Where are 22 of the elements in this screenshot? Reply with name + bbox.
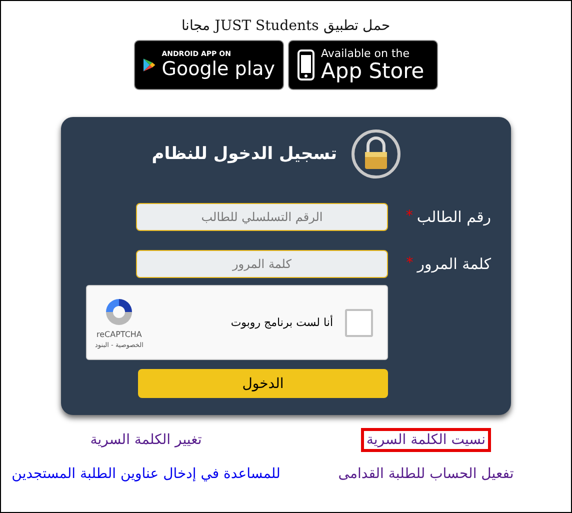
captcha-checkbox[interactable]	[345, 308, 373, 336]
input-field[interactable]: الرقم التسلسلي للطالب	[136, 203, 388, 231]
page-link[interactable]: للمساعدة في إدخال عناوين الطلبة المستجدين	[6, 462, 286, 486]
page-link[interactable]: تغيير الكلمة السرية	[85, 428, 207, 452]
padlock-icon	[351, 129, 401, 179]
recaptcha-brand: reCAPTCHA	[96, 330, 142, 339]
required-asterisk: *	[406, 208, 413, 224]
input-field[interactable]: كلمة المرور	[136, 250, 388, 278]
field-label: رقم الطالب	[416, 208, 491, 226]
required-asterisk: *	[406, 255, 414, 271]
download-app-heading: حمل تطبيق JUST Students مجانا	[181, 17, 391, 34]
page-link[interactable]: تفعيل الحساب للطلبة القدامى	[333, 462, 519, 486]
captcha-label: أنا لست برنامج روبوت	[230, 316, 333, 329]
login-button[interactable]: الدخول	[138, 369, 388, 398]
login-title: تسجيل الدخول للنظام	[152, 144, 337, 164]
store-name: App Store	[321, 61, 424, 82]
app-store-badge[interactable]: Available on the App Store	[288, 40, 438, 90]
store-name: Google play	[162, 60, 275, 79]
page-link[interactable]: نسيت الكلمة السرية	[361, 428, 491, 452]
field-label: كلمة المرور	[417, 255, 491, 273]
phone-icon	[297, 49, 315, 81]
badge-caption: Available on the	[321, 48, 411, 59]
